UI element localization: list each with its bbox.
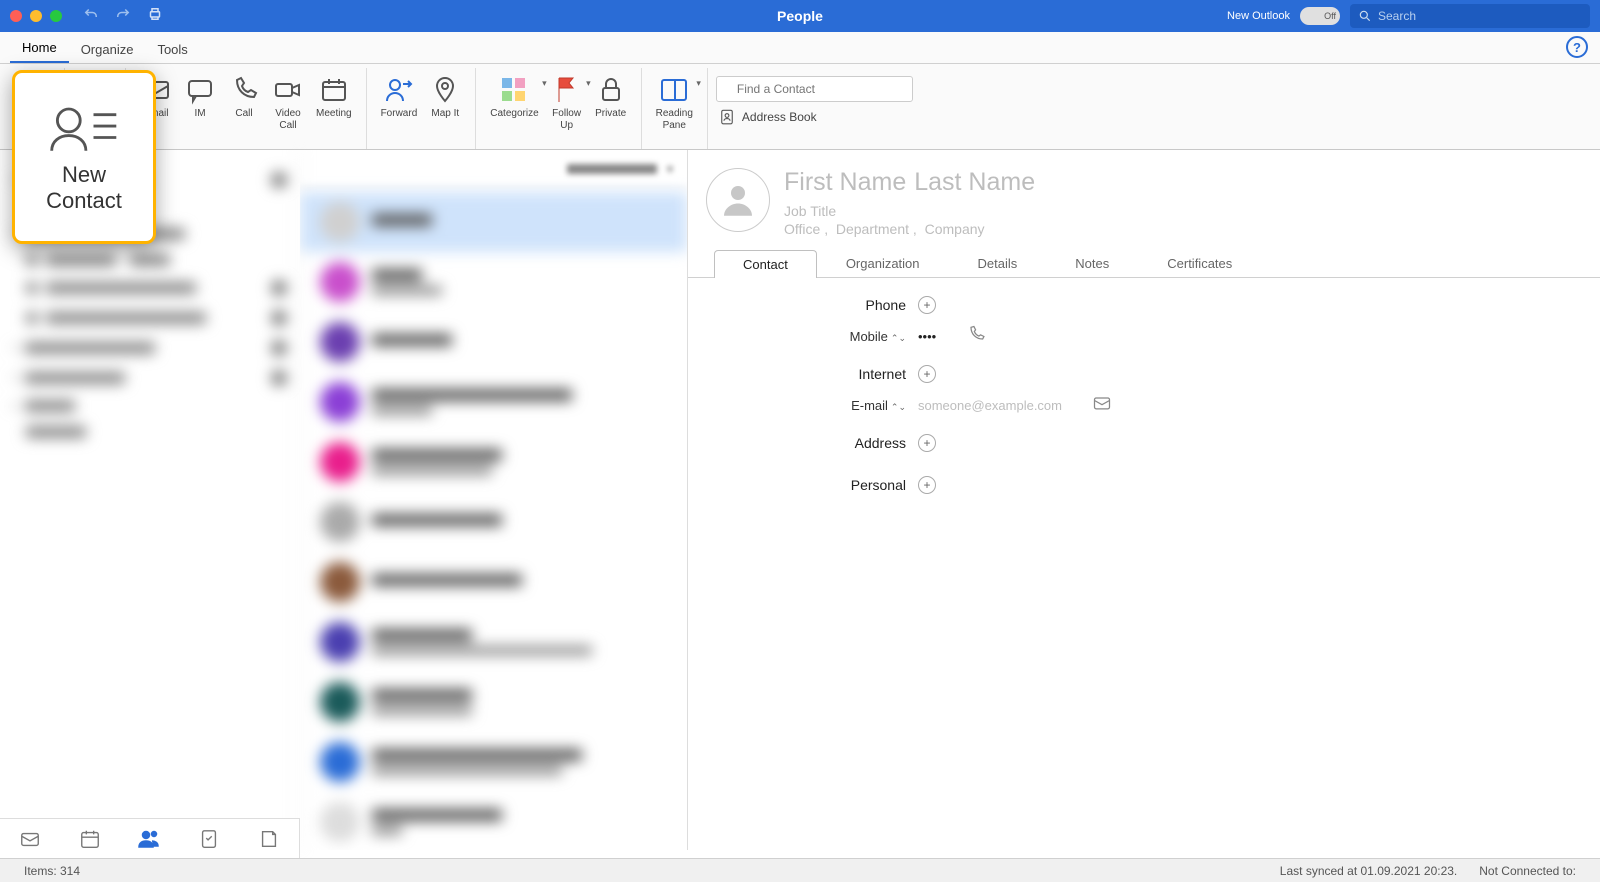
status-bar: Items: 314 Last synced at 01.09.2021 20:… — [0, 858, 1600, 882]
mobile-value[interactable]: •••• — [918, 329, 936, 344]
forward-button[interactable]: Forward — [375, 72, 424, 122]
company-field[interactable]: Company — [925, 221, 985, 237]
private-button[interactable]: Private — [589, 72, 633, 122]
address-book-button[interactable]: Address Book — [718, 108, 817, 126]
nav-people[interactable] — [136, 826, 162, 852]
nav-mail[interactable] — [17, 826, 43, 852]
new-contact-icon — [46, 100, 122, 156]
new-contact-highlight[interactable]: New Contact — [12, 70, 156, 244]
print-icon[interactable] — [146, 5, 164, 28]
menu-bar: Home Organize Tools ? — [0, 32, 1600, 64]
department-field[interactable]: Department — [836, 221, 909, 237]
job-title-field[interactable]: Job Title — [784, 203, 1035, 219]
undo-icon[interactable] — [82, 5, 100, 28]
status-items-count: Items: 314 — [24, 864, 80, 878]
address-book-icon — [718, 108, 736, 126]
search-input[interactable] — [1378, 9, 1582, 23]
tab-home[interactable]: Home — [10, 34, 69, 63]
status-last-synced: Last synced at 01.09.2021 20:23. — [1280, 864, 1457, 878]
phone-section-label: Phone — [708, 297, 918, 313]
contact-list: ▾ — [300, 150, 688, 850]
add-internet-button[interactable]: + — [918, 365, 936, 383]
bottom-navigation — [0, 818, 300, 858]
map-it-button[interactable]: Map It — [423, 72, 467, 122]
video-call-button[interactable]: Video Call — [266, 72, 310, 133]
nav-notes[interactable] — [256, 826, 282, 852]
window-controls — [10, 10, 62, 22]
add-phone-button[interactable]: + — [918, 296, 936, 314]
folder-sidebar: ▾ ▾ ▾ ▾ ▸ — [0, 150, 300, 850]
nav-calendar[interactable] — [77, 826, 103, 852]
call-button[interactable]: Call — [222, 72, 266, 122]
email-type-selector[interactable]: E-mail⌃⌄ — [708, 398, 918, 413]
search-icon — [1358, 9, 1372, 23]
internet-section-label: Internet — [708, 366, 918, 382]
address-section-label: Address — [708, 435, 918, 451]
title-bar: People New Outlook Off — [0, 0, 1600, 32]
contact-avatar[interactable] — [706, 168, 770, 232]
tab-certificates[interactable]: Certificates — [1138, 249, 1261, 277]
new-outlook-toggle[interactable]: Off — [1300, 7, 1340, 25]
im-button[interactable]: IM — [178, 72, 222, 122]
reading-pane-button[interactable]: Reading Pane ▾ — [650, 72, 699, 133]
window-title: People — [777, 8, 823, 24]
tab-organization[interactable]: Organization — [817, 249, 949, 277]
email-value[interactable]: someone@example.com — [918, 398, 1062, 413]
last-name-field[interactable]: Last Name — [914, 168, 1035, 197]
add-address-button[interactable]: + — [918, 434, 936, 452]
tab-tools[interactable]: Tools — [145, 36, 199, 63]
new-outlook-label: New Outlook — [1227, 10, 1290, 22]
maximize-window-button[interactable] — [50, 10, 62, 22]
categorize-button[interactable]: Categorize ▾ — [484, 72, 544, 122]
ribbon: New Items ▾ Delete Email IM Call Video C… — [0, 64, 1600, 150]
person-icon — [717, 179, 759, 221]
tab-notes[interactable]: Notes — [1046, 249, 1138, 277]
help-button[interactable]: ? — [1566, 36, 1588, 58]
nav-tasks[interactable] — [196, 826, 222, 852]
find-contact-input[interactable] — [716, 76, 913, 102]
minimize-window-button[interactable] — [30, 10, 42, 22]
search-box[interactable] — [1350, 4, 1590, 28]
tab-details[interactable]: Details — [949, 249, 1047, 277]
status-connection: Not Connected to: — [1479, 864, 1576, 878]
email-action-icon[interactable] — [1092, 393, 1112, 418]
personal-section-label: Personal — [708, 477, 918, 493]
phone-action-icon[interactable] — [966, 324, 986, 349]
first-name-field[interactable]: First Name — [784, 168, 906, 197]
redo-icon[interactable] — [114, 5, 132, 28]
contact-detail-pane: First Name Last Name Job Title Office , … — [688, 150, 1600, 850]
meeting-button[interactable]: Meeting — [310, 72, 358, 122]
follow-up-button[interactable]: Follow Up ▾ — [545, 72, 589, 133]
add-personal-button[interactable]: + — [918, 476, 936, 494]
detail-tabs: Contact Organization Details Notes Certi… — [688, 249, 1600, 278]
tab-organize[interactable]: Organize — [69, 36, 146, 63]
office-field[interactable]: Office — [784, 221, 820, 237]
tab-contact[interactable]: Contact — [714, 250, 817, 278]
close-window-button[interactable] — [10, 10, 22, 22]
mobile-type-selector[interactable]: Mobile⌃⌄ — [708, 329, 918, 344]
